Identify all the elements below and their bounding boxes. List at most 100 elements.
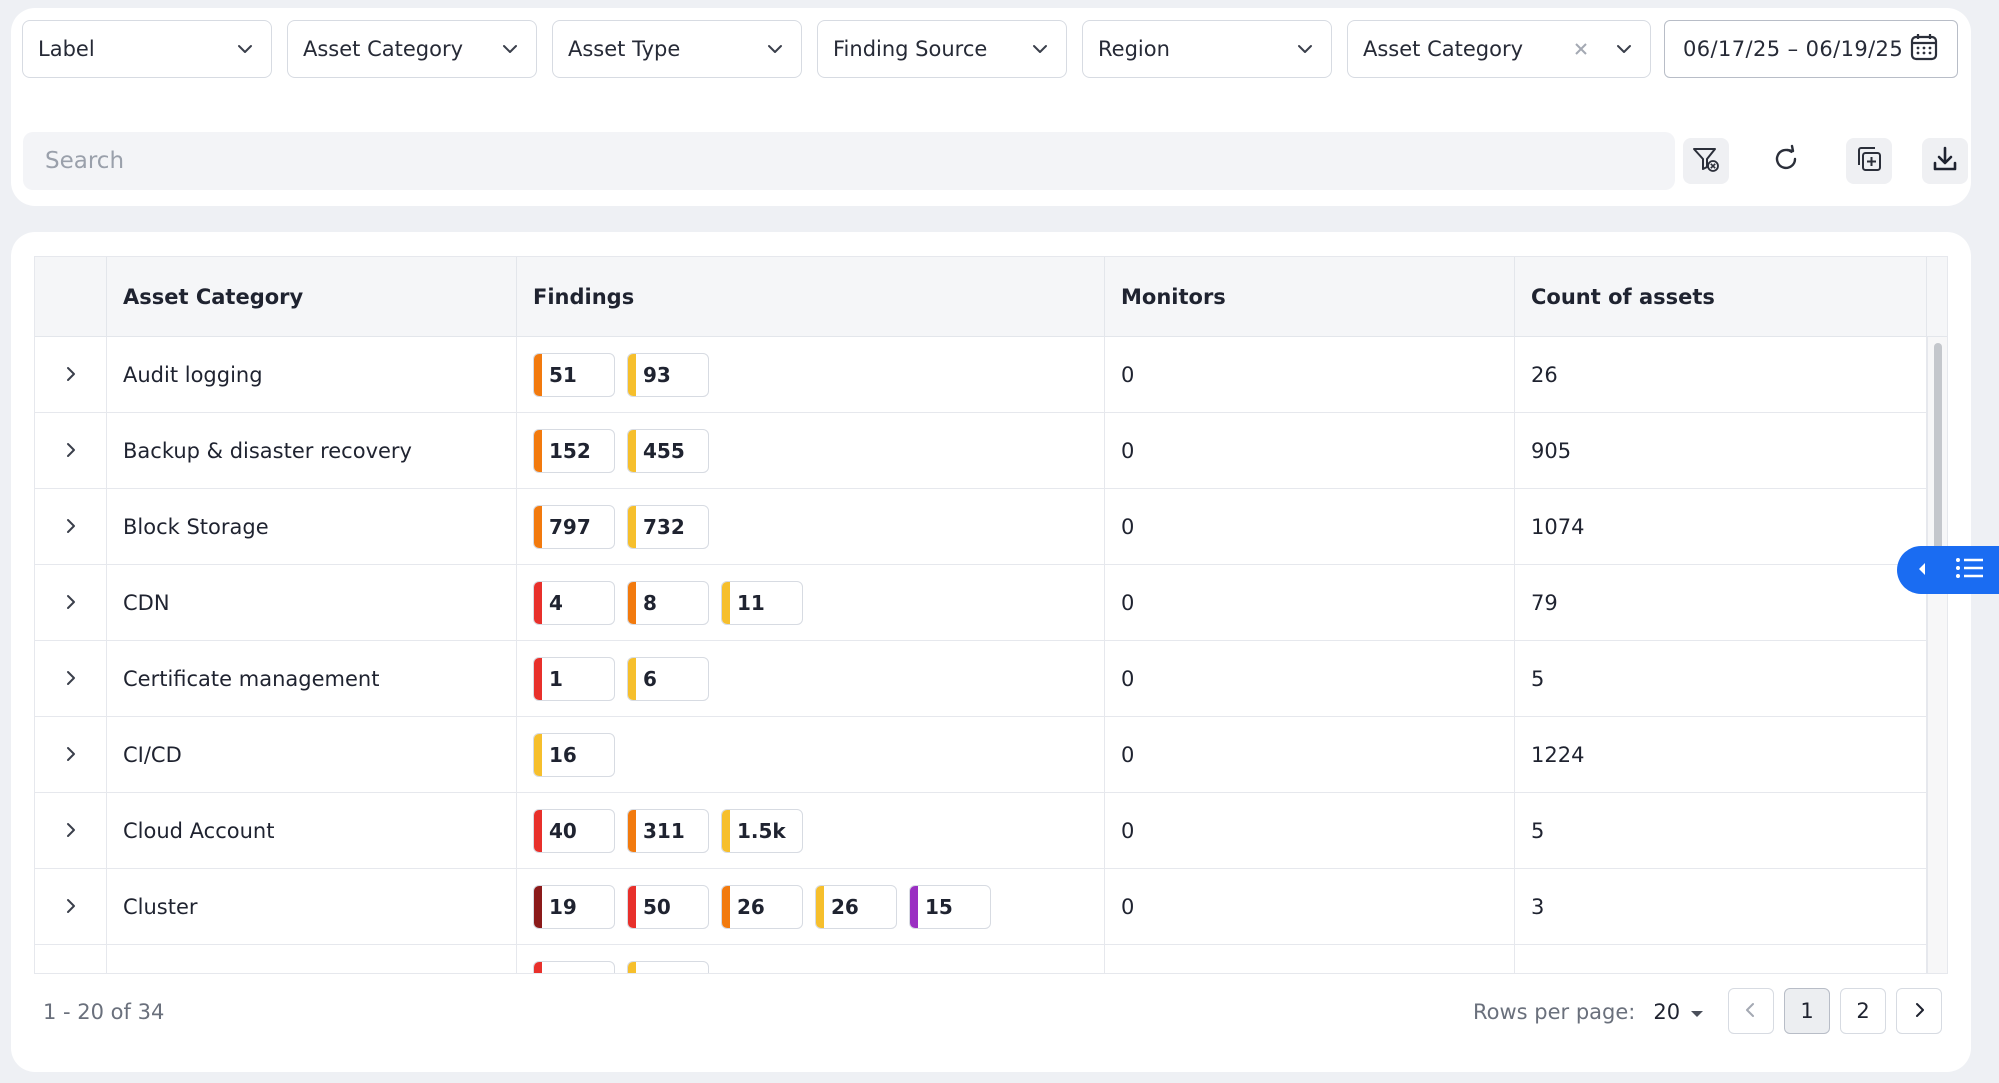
asset-count-cell: 26 xyxy=(1515,337,1927,413)
expand-row-button[interactable] xyxy=(35,641,107,717)
finding-badge-high[interactable]: 50 xyxy=(627,885,709,929)
filter-dropdown-5[interactable]: Region xyxy=(1082,20,1332,78)
finding-badge-low[interactable]: 1.5k xyxy=(721,809,803,853)
table-row[interactable]: Audit logging 51 93 0 26 xyxy=(35,337,1947,413)
expand-row-button[interactable] xyxy=(35,565,107,641)
table-row[interactable]: Certificate management 1 6 0 5 xyxy=(35,641,1947,717)
table-row[interactable]: Cluster 19 50 26 26 15 0 3 xyxy=(35,869,1947,945)
expand-row-button[interactable] xyxy=(35,869,107,945)
monitors-cell xyxy=(1105,945,1515,973)
table-row[interactable]: Backup & disaster recovery 152 455 0 905 xyxy=(35,413,1947,489)
chevron-right-icon xyxy=(65,743,77,767)
expand-row-button[interactable] xyxy=(35,489,107,565)
prev-page-button[interactable] xyxy=(1728,988,1774,1034)
filter-dropdown-3[interactable]: Asset Type xyxy=(552,20,802,78)
finding-badge-low[interactable]: 26 xyxy=(815,885,897,929)
monitors-cell: 0 xyxy=(1105,337,1515,413)
severity-indicator xyxy=(816,886,824,928)
finding-count: 40 xyxy=(549,819,577,843)
table-row[interactable]: Cloud Account 40 311 1.5k 0 5 xyxy=(35,793,1947,869)
date-range-picker[interactable]: 06/17/25 – 06/19/25 xyxy=(1664,20,1958,78)
asset-category-table: Asset Category Findings Monitors Count o… xyxy=(34,256,1948,974)
expand-row-button[interactable] xyxy=(35,337,107,413)
add-copy-button[interactable] xyxy=(1846,138,1892,184)
expand-row-button[interactable] xyxy=(35,945,107,973)
finding-badge-info[interactable]: 15 xyxy=(909,885,991,929)
monitors-cell: 0 xyxy=(1105,489,1515,565)
finding-count: 455 xyxy=(643,439,685,463)
expand-row-button[interactable] xyxy=(35,717,107,793)
page-button-1[interactable]: 1 xyxy=(1784,988,1830,1034)
date-range-text: 06/17/25 – 06/19/25 xyxy=(1683,37,1904,61)
severity-indicator xyxy=(534,506,542,548)
monitors-cell: 0 xyxy=(1105,641,1515,717)
finding-badge-low[interactable]: 732 xyxy=(627,505,709,549)
caret-down-icon xyxy=(1690,1000,1704,1024)
asset-category-cell: Backup & disaster recovery xyxy=(107,413,517,489)
table-row[interactable] xyxy=(35,945,1947,973)
findings-cell: 16 xyxy=(517,641,1105,717)
caret-left-icon xyxy=(1917,561,1927,580)
asset-count-cell: 905 xyxy=(1515,413,1927,489)
severity-indicator xyxy=(534,430,542,472)
column-header-monitors[interactable]: Monitors xyxy=(1105,257,1515,337)
download-button[interactable] xyxy=(1922,138,1968,184)
severity-indicator xyxy=(910,886,918,928)
filter-dropdown-label: Asset Type xyxy=(568,37,681,61)
finding-count: 1.5k xyxy=(737,819,786,843)
finding-badge-low[interactable]: 455 xyxy=(627,429,709,473)
chevron-left-icon xyxy=(1743,999,1759,1023)
finding-badge-medium[interactable]: 8 xyxy=(627,581,709,625)
finding-count: 732 xyxy=(643,515,685,539)
expand-row-button[interactable] xyxy=(35,413,107,489)
filter-dropdown-1[interactable]: Label xyxy=(22,20,272,78)
finding-badge-low[interactable]: 16 xyxy=(533,733,615,777)
finding-badge-medium[interactable]: 797 xyxy=(533,505,615,549)
rows-per-page-select[interactable]: 20 xyxy=(1653,1000,1704,1024)
finding-badge-low[interactable]: 11 xyxy=(721,581,803,625)
finding-badge-high[interactable]: 40 xyxy=(533,809,615,853)
refresh-button[interactable] xyxy=(1763,138,1809,184)
filter-dropdown-4[interactable]: Finding Source xyxy=(817,20,1067,78)
filter-dropdown-label: Region xyxy=(1098,37,1170,61)
asset-count-cell: 5 xyxy=(1515,641,1927,717)
monitors-cell: 0 xyxy=(1105,565,1515,641)
table-row[interactable]: Block Storage 797 732 0 1074 xyxy=(35,489,1947,565)
asset-category-cell: CDN xyxy=(107,565,517,641)
finding-badge-high[interactable]: 1 xyxy=(533,657,615,701)
column-header-count-of-assets[interactable]: Count of assets xyxy=(1515,257,1927,337)
close-icon[interactable] xyxy=(1569,37,1593,61)
table-scrollbar[interactable] xyxy=(1927,337,1947,973)
column-header-asset-category[interactable]: Asset Category xyxy=(107,257,517,337)
table-row[interactable]: CI/CD 16 0 1224 xyxy=(35,717,1947,793)
finding-badge-low[interactable]: 6 xyxy=(627,657,709,701)
finding-badge-medium[interactable]: 311 xyxy=(627,809,709,853)
filter-dropdown-2[interactable]: Asset Category xyxy=(287,20,537,78)
table-row[interactable]: CDN 4 8 11 0 79 xyxy=(35,565,1947,641)
finding-badge-low[interactable] xyxy=(627,961,709,973)
filter-dropdown-label: Asset Category xyxy=(303,37,464,61)
finding-count: 50 xyxy=(643,895,671,919)
filter-dropdown-6[interactable]: Asset Category xyxy=(1347,20,1651,78)
expand-row-button[interactable] xyxy=(35,793,107,869)
finding-badge-high[interactable]: 4 xyxy=(533,581,615,625)
rows-per-page-value: 20 xyxy=(1653,1000,1681,1024)
search-input[interactable] xyxy=(23,132,1675,190)
clear-filter-button[interactable] xyxy=(1683,138,1729,184)
chevron-down-icon xyxy=(234,38,256,60)
page-button-2[interactable]: 2 xyxy=(1840,988,1886,1034)
severity-indicator xyxy=(628,658,636,700)
finding-count: 93 xyxy=(643,363,671,387)
side-panel-toggle[interactable] xyxy=(1897,546,1999,594)
finding-badge-low[interactable]: 93 xyxy=(627,353,709,397)
finding-badge-medium[interactable]: 26 xyxy=(721,885,803,929)
finding-badge-medium[interactable]: 152 xyxy=(533,429,615,473)
finding-count: 4 xyxy=(549,591,563,615)
finding-badge-medium[interactable]: 51 xyxy=(533,353,615,397)
finding-badge-critical[interactable]: 19 xyxy=(533,885,615,929)
column-header-findings[interactable]: Findings xyxy=(517,257,1105,337)
finding-badge-high[interactable] xyxy=(533,961,615,973)
next-page-button[interactable] xyxy=(1896,988,1942,1034)
severity-indicator xyxy=(628,810,636,852)
asset-category-cell: Block Storage xyxy=(107,489,517,565)
